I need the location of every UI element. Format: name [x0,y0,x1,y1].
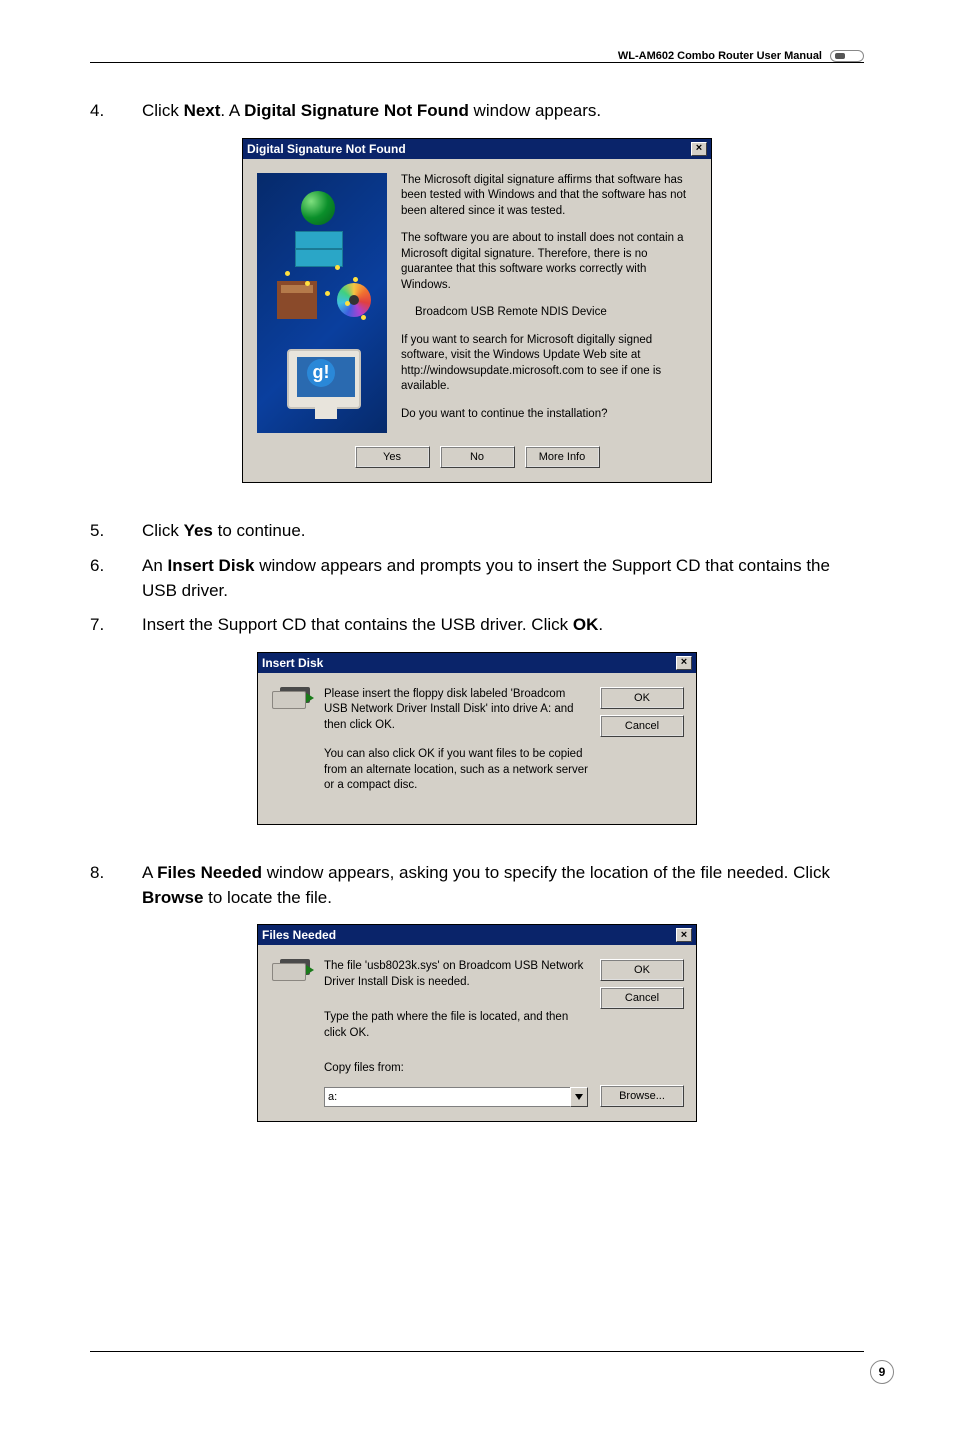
t: Yes [184,521,213,540]
device-name: Broadcom USB Remote NDIS Device [415,305,695,321]
step-text: Click Yes to continue. [142,519,864,544]
dialog-para: Please insert the floppy disk labeled 'B… [324,687,588,734]
t: Insert the Support CD that contains the … [142,615,573,634]
dialog-titlebar: Digital Signature Not Found × [243,139,711,159]
dialog-para: The file 'usb8023k.sys' on Broadcom USB … [324,959,588,990]
dialog-title: Digital Signature Not Found [247,142,406,156]
dropdown-button[interactable] [570,1087,588,1107]
header-rule [90,62,864,63]
step-number: 5. [90,519,114,544]
insert-disk-dialog: Insert Disk × Please insert the floppy d… [257,652,697,825]
t: to continue. [213,521,306,540]
t: window appears. [469,101,601,120]
close-icon[interactable]: × [676,656,692,670]
path-input[interactable] [324,1087,570,1107]
step-4: 4. Click Next. A Digital Signature Not F… [90,99,864,124]
step-5: 5. Click Yes to continue. [90,519,864,544]
certificate-icon: g! [307,359,335,387]
step-6: 6. An Insert Disk window appears and pro… [90,554,864,603]
step-number: 4. [90,99,114,124]
footer-rule [90,1351,864,1352]
dialog-titlebar: Files Needed × [258,925,696,945]
close-icon[interactable]: × [676,928,692,942]
step-text: An Insert Disk window appears and prompt… [142,554,864,603]
t: An [142,556,168,575]
t: OK [573,615,599,634]
manual-header: WL-AM602 Combo Router User Manual [90,50,864,62]
step-number: 7. [90,613,114,638]
wizard-art-icon: g! [257,173,387,433]
step-8: 8. A Files Needed window appears, asking… [90,861,864,910]
chevron-down-icon [575,1094,583,1100]
dialog-para: Do you want to continue the installation… [401,407,695,423]
router-badge-icon [830,50,864,62]
step-text: Insert the Support CD that contains the … [142,613,864,638]
no-button[interactable]: No [440,446,515,468]
dialog-button-row: Yes No More Info [243,440,711,482]
cancel-button[interactable]: Cancel [600,715,684,737]
ok-button[interactable]: OK [600,959,684,981]
dialog-title: Files Needed [262,928,336,942]
files-needed-dialog: Files Needed × The file 'usb8023k.sys' o… [257,924,697,1122]
ok-button[interactable]: OK [600,687,684,709]
dialog-para: Type the path where the file is located,… [324,1010,588,1041]
copy-files-label: Copy files from: [324,1061,588,1077]
dialog-para: The software you are about to install do… [401,231,695,293]
t: . [598,615,603,634]
t: Digital Signature Not Found [244,101,469,120]
digital-signature-dialog: Digital Signature Not Found × g! [242,138,712,484]
t: Browse [142,888,203,907]
dialog-para: If you want to search for Microsoft digi… [401,333,695,395]
step-number: 8. [90,861,114,910]
close-icon[interactable]: × [691,142,707,156]
t: to locate the file. [203,888,332,907]
drive-icon [272,687,312,717]
t: Click [142,521,184,540]
t: Next [184,101,221,120]
t: Click [142,101,184,120]
t: Files Needed [157,863,262,882]
more-info-button[interactable]: More Info [525,446,600,468]
dialog-para: You can also click OK if you want files … [324,747,588,794]
manual-title: WL-AM602 Combo Router User Manual [618,50,822,62]
browse-button[interactable]: Browse... [600,1085,684,1107]
t: A [142,863,157,882]
step-number: 6. [90,554,114,603]
t: window appears, asking you to specify th… [262,863,830,882]
dialog-title: Insert Disk [262,656,323,670]
path-combo [324,1087,588,1107]
t: Insert Disk [168,556,255,575]
cancel-button[interactable]: Cancel [600,987,684,1009]
step-7: 7. Insert the Support CD that contains t… [90,613,864,638]
step-text: A Files Needed window appears, asking yo… [142,861,864,910]
t: . A [220,101,244,120]
dialog-para: The Microsoft digital signature affirms … [401,173,695,220]
yes-button[interactable]: Yes [355,446,430,468]
drive-icon [272,959,312,989]
step-text: Click Next. A Digital Signature Not Foun… [142,99,864,124]
dialog-titlebar: Insert Disk × [258,653,696,673]
page-number: 9 [870,1360,894,1384]
